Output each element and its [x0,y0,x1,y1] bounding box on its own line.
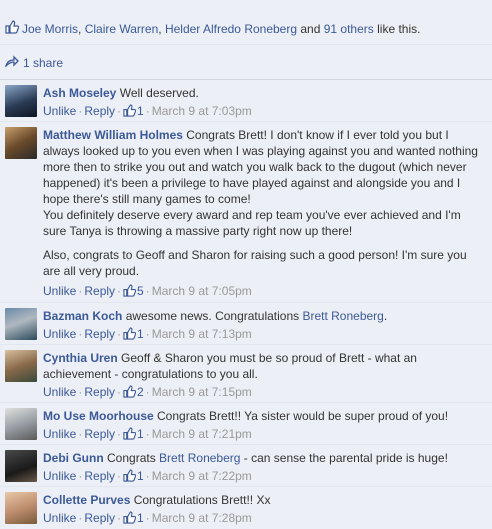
comment-meta: Unlike · Reply · 1 · March 9 at 7:13pm [43,327,252,341]
liker-link[interactable]: Claire Warren [85,22,159,36]
avatar[interactable] [5,308,37,340]
comment-timestamp[interactable]: March 9 at 7:21pm [152,427,252,441]
comment-like-count[interactable]: 5 [123,284,144,298]
comment-text: Congratulations Brett!! Xx [133,493,271,507]
comment-like-count[interactable]: 1 [123,511,144,525]
comment-author[interactable]: Collette Purves [43,493,130,507]
reply-button[interactable]: Reply [84,385,115,399]
reply-button[interactable]: Reply [84,511,115,525]
thumbs-up-icon [123,385,137,401]
share-icon [4,55,19,70]
comment-like-count[interactable]: 2 [123,385,144,399]
comment-author[interactable]: Matthew William Holmes [43,128,183,142]
comment-meta: Unlike · Reply · 1 · March 9 at 7:28pm [43,511,252,525]
comment: Ash Moseley Well deserved. Unlike · Reply ·… [0,80,492,122]
share-count-link[interactable]: 1 share [23,56,63,70]
share-summary: 1 share [0,45,492,80]
comment-meta: Unlike · Reply · 1 · March 9 at 7:21pm [43,427,252,441]
reply-button[interactable]: Reply [84,427,115,441]
mention-link[interactable]: Brett Roneberg [302,309,383,323]
comment-author[interactable]: Mo Use Moorhouse [43,409,154,423]
reply-button[interactable]: Reply [84,284,115,298]
comment: Mo Use Moorhouse Congrats Brett!! Ya sis… [0,403,492,445]
comment-text: . [383,309,388,323]
and-text: and [297,22,324,36]
unlike-button[interactable]: Unlike [43,469,76,483]
comment-like-count[interactable]: 1 [123,469,144,483]
comment-text: - can sense the parental pride is huge! [240,451,448,465]
unlike-button[interactable]: Unlike [43,327,76,341]
comment-author[interactable]: Ash Moseley [43,86,116,100]
liker-link[interactable]: Helder Alfredo Roneberg [165,22,297,36]
avatar[interactable] [5,492,37,524]
comment: Debi Gunn Congrats Brett Roneberg - can … [0,445,492,487]
separator: , [158,22,165,36]
avatar[interactable] [5,350,37,382]
separator: , [78,22,85,36]
reply-button[interactable]: Reply [84,327,115,341]
thumbs-up-icon [123,104,137,120]
comment-meta: Unlike · Reply · 5 · March 9 at 7:05pm [43,284,252,298]
comment-text: Congrats Brett!! Ya sister would be supe… [157,409,449,423]
comment-meta: Unlike · Reply · 1 · March 9 at 7:03pm [43,104,252,118]
comment-timestamp[interactable]: March 9 at 7:22pm [152,469,252,483]
comment-meta: Unlike · Reply · 2 · March 9 at 7:15pm [43,385,252,399]
comment-author[interactable]: Debi Gunn [43,451,104,465]
avatar[interactable] [5,450,37,482]
comment-like-count[interactable]: 1 [123,104,144,118]
avatar[interactable] [5,408,37,440]
comment-timestamp[interactable]: March 9 at 7:03pm [152,104,252,118]
unlike-button[interactable]: Unlike [43,427,76,441]
reply-button[interactable]: Reply [84,104,115,118]
thumbs-up-icon [123,284,137,300]
comment-text: You definitely deserve every award and r… [43,208,461,238]
comment-timestamp[interactable]: March 9 at 7:13pm [152,327,252,341]
comment-text: awesome news. Congratulations [125,309,303,323]
others-link[interactable]: 91 others [324,22,374,36]
comment-timestamp[interactable]: March 9 at 7:28pm [152,511,252,525]
comment-text: Also, congrats to Geoff and Sharon for r… [43,248,467,278]
comment: Bazman Koch awesome news. Congratulation… [0,303,492,345]
comment-meta: Unlike · Reply · 1 · March 9 at 7:22pm [43,469,252,483]
comment-like-count[interactable]: 1 [123,327,144,341]
comment: Matthew William Holmes Congrats Brett! I… [0,122,492,303]
likes-summary: Joe Morris, Claire Warren, Helder Alfred… [0,0,492,45]
unlike-button[interactable]: Unlike [43,284,76,298]
comment-author[interactable]: Bazman Koch [43,309,122,323]
comment-text: Congrats [107,451,160,465]
liker-link[interactable]: Joe Morris [22,22,78,36]
thumbs-up-icon [5,20,20,37]
avatar[interactable] [5,85,37,117]
mention-link[interactable]: Brett Roneberg [159,451,240,465]
thumbs-up-icon [123,327,137,343]
comment-timestamp[interactable]: March 9 at 7:15pm [152,385,252,399]
like-suffix: like this. [373,22,421,36]
comment-text: Well deserved. [119,86,199,100]
avatar[interactable] [5,127,37,159]
reply-button[interactable]: Reply [84,469,115,483]
thumbs-up-icon [123,469,137,485]
unlike-button[interactable]: Unlike [43,511,76,525]
unlike-button[interactable]: Unlike [43,104,76,118]
comment-author[interactable]: Cynthia Uren [43,351,118,365]
thumbs-up-icon [123,511,137,527]
thumbs-up-icon [123,427,137,443]
comment: Cynthia Uren Geoff & Sharon you must be … [0,345,492,403]
comment-timestamp[interactable]: March 9 at 7:05pm [152,284,252,298]
comment: Collette Purves Congratulations Brett!! … [0,487,492,529]
comment-like-count[interactable]: 1 [123,427,144,441]
unlike-button[interactable]: Unlike [43,385,76,399]
